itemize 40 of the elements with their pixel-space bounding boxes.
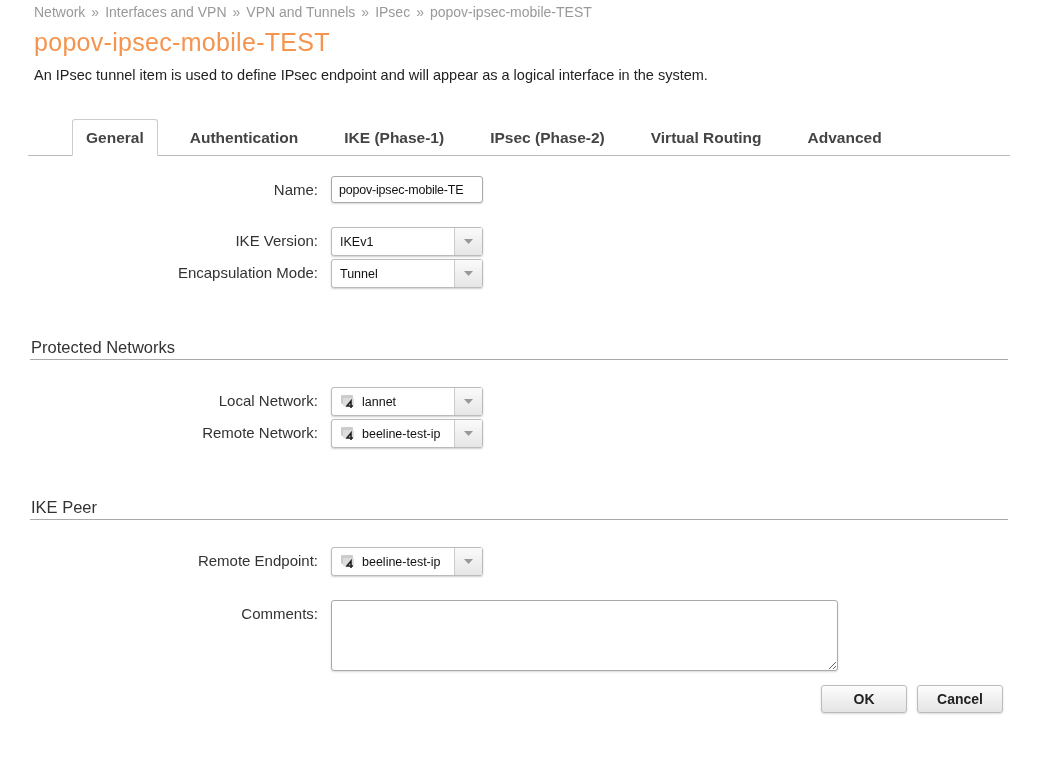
dropdown-value: lannet xyxy=(362,394,397,409)
caret-icon xyxy=(464,431,473,436)
page-title: popov-ipsec-mobile-TEST xyxy=(34,28,331,57)
caret-icon xyxy=(464,399,473,404)
tab[interactable]: IKE (Phase-1) xyxy=(330,119,459,156)
breadcrumb-separator: » xyxy=(91,4,100,20)
tab[interactable]: Advanced xyxy=(793,119,896,156)
dropdown-value: beeline-test-ip xyxy=(362,426,441,441)
breadcrumb-separator: » xyxy=(232,4,241,20)
page-description: An IPsec tunnel item is used to define IPsec endpoint and will appear as a logical interface in the system. xyxy=(34,67,709,83)
comments-field[interactable] xyxy=(331,600,838,671)
field-label: Encapsulation Mode: xyxy=(176,263,319,281)
section-heading: IKE Peer xyxy=(30,498,1008,520)
section-heading: Protected Networks xyxy=(30,338,1008,360)
dropdown-value: Tunnel xyxy=(340,266,378,281)
caret-icon xyxy=(464,559,473,564)
caret-icon xyxy=(464,271,473,276)
cancel-button[interactable]: Cancel xyxy=(917,685,1003,713)
caret-icon xyxy=(464,239,473,244)
tab[interactable]: Authentication xyxy=(175,119,313,156)
dropdown-value: beeline-test-ip xyxy=(362,554,441,569)
dropdown[interactable]: IKEv1 xyxy=(331,227,483,256)
dropdown[interactable]: Tunnel xyxy=(331,259,483,288)
breadcrumb-separator: » xyxy=(416,4,424,20)
name-input[interactable]: popov-ipsec-mobile-TE xyxy=(331,176,483,203)
dropdown-value: IKEv1 xyxy=(340,234,374,249)
field-label: IKE Version: xyxy=(234,231,319,249)
field-label: Remote Network: xyxy=(201,423,319,441)
breadcrumb-separator: » xyxy=(361,4,370,20)
dropdown[interactable]: beeline-test-ip xyxy=(331,547,483,576)
tab[interactable]: IPsec (Phase-2) xyxy=(476,119,619,156)
tab[interactable]: General xyxy=(72,119,158,156)
field-label: Local Network: xyxy=(217,391,319,409)
field-label: Comments: xyxy=(240,604,319,622)
dropdown[interactable]: lannet xyxy=(331,387,483,416)
tab[interactable]: Virtual Routing xyxy=(636,119,776,156)
ok-button[interactable]: OK xyxy=(821,685,907,713)
field-label: Remote Endpoint: xyxy=(196,551,319,569)
field-label: Name: xyxy=(272,180,319,198)
dropdown[interactable]: beeline-test-ip xyxy=(331,419,483,448)
